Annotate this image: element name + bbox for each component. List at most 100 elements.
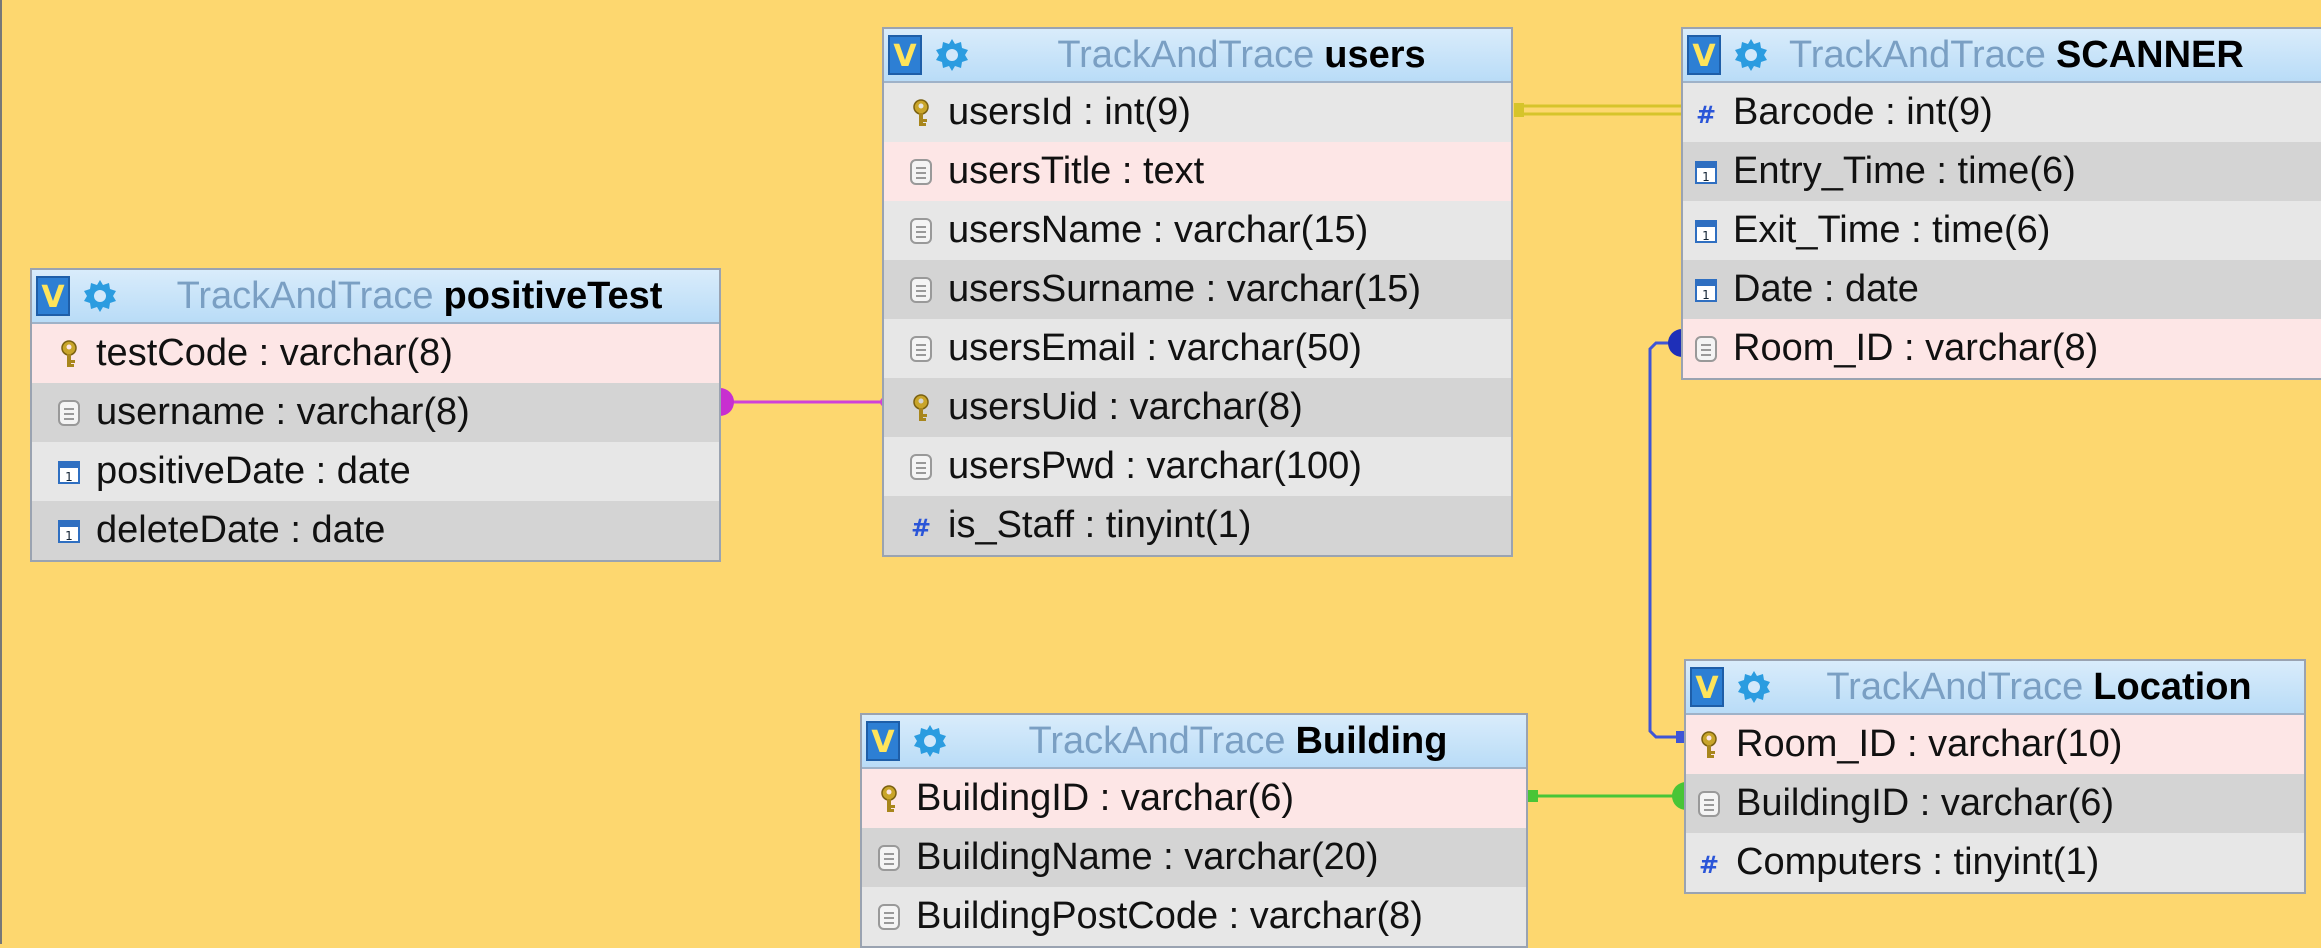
table-name: users <box>1324 33 1426 76</box>
text-column-icon <box>910 158 932 185</box>
column-row[interactable]: BuildingPostCode : varchar(8) <box>862 887 1526 946</box>
column-label: positiveDate : date <box>96 450 411 492</box>
svg-text:1: 1 <box>65 470 73 484</box>
column-row[interactable]: 1 Entry_Time : time(6) <box>1683 142 2321 201</box>
column-row[interactable]: Room_ID : varchar(8) <box>1683 319 2321 378</box>
toggle-columns-button[interactable]: V <box>36 276 70 316</box>
database-name: TrackAndTrace <box>1057 33 1315 76</box>
relation-end-scanner-blue <box>1668 329 1682 357</box>
column-label: usersName : varchar(15) <box>948 209 1369 251</box>
table-title: TrackAndTrace Location <box>1774 666 2304 709</box>
table-header[interactable]: V TrackAndTrace Building <box>862 715 1526 769</box>
column-label: BuildingName : varchar(20) <box>916 836 1379 878</box>
column-row[interactable]: usersSurname : varchar(15) <box>884 260 1511 319</box>
table-name: SCANNER <box>2055 33 2244 76</box>
column-row[interactable]: usersPwd : varchar(100) <box>884 437 1511 496</box>
column-row[interactable]: usersUid : varchar(8) <box>884 378 1511 437</box>
date-column-icon: 1 <box>58 519 80 543</box>
table-building[interactable]: V TrackAndTrace Building BuildingID : var… <box>860 713 1528 948</box>
key-icon <box>61 339 77 367</box>
column-label: Entry_Time : time(6) <box>1733 150 2076 192</box>
table-title: TrackAndTrace Building <box>950 720 1526 763</box>
database-name: TrackAndTrace <box>1789 33 2046 76</box>
database-name: TrackAndTrace <box>176 274 434 317</box>
date-column-icon: 1 <box>1695 219 1717 243</box>
column-row[interactable]: Room_ID : varchar(10) <box>1686 715 2304 774</box>
table-header[interactable]: V TrackAndTrace Location <box>1686 661 2304 715</box>
gear-icon[interactable] <box>80 276 120 316</box>
relation-line-scanner-location <box>1648 341 1682 739</box>
designer-canvas[interactable]: V TrackAndTrace positiveTest testCode : v… <box>0 0 2321 948</box>
table-scanner[interactable]: V TrackAndTrace SCANNER # Barcode : int(9)… <box>1681 27 2321 380</box>
svg-text:1: 1 <box>1702 170 1710 184</box>
column-label: testCode : varchar(8) <box>96 332 453 374</box>
date-column-icon: 1 <box>1695 278 1717 302</box>
table-title: TrackAndTrace SCANNER <box>1771 34 2321 77</box>
column-row[interactable]: usersId : int(9) <box>884 83 1511 142</box>
toggle-columns-button[interactable]: V <box>888 35 922 75</box>
column-row[interactable]: # is_Staff : tinyint(1) <box>884 496 1511 555</box>
column-label: Exit_Time : time(6) <box>1733 209 2051 251</box>
column-row[interactable]: BuildingID : varchar(6) <box>862 769 1526 828</box>
svg-text:1: 1 <box>1702 288 1710 302</box>
key-icon <box>881 784 897 812</box>
column-label: Room_ID : varchar(10) <box>1736 723 2123 765</box>
text-column-icon <box>1698 790 1720 817</box>
database-name: TrackAndTrace <box>1028 719 1286 762</box>
column-row[interactable]: BuildingName : varchar(20) <box>862 828 1526 887</box>
column-label: Room_ID : varchar(8) <box>1733 327 2099 369</box>
text-column-icon <box>878 903 900 930</box>
column-row[interactable]: usersEmail : varchar(50) <box>884 319 1511 378</box>
column-row[interactable]: usersTitle : text <box>884 142 1511 201</box>
column-row[interactable]: username : varchar(8) <box>32 383 719 442</box>
column-label: is_Staff : tinyint(1) <box>948 504 1252 546</box>
relation-start-location-blue <box>1676 731 1684 743</box>
column-label: usersSurname : varchar(15) <box>948 268 1422 310</box>
toggle-columns-button[interactable]: V <box>1690 667 1724 707</box>
text-column-icon <box>58 399 80 426</box>
table-users[interactable]: V TrackAndTrace users usersId : int(9) us… <box>882 27 1513 557</box>
svg-text:1: 1 <box>1702 229 1710 243</box>
column-label: username : varchar(8) <box>96 391 470 433</box>
text-column-icon <box>910 276 932 303</box>
relation-start-users-yellow <box>1514 103 1524 117</box>
column-row[interactable]: usersName : varchar(15) <box>884 201 1511 260</box>
column-row[interactable]: BuildingID : varchar(6) <box>1686 774 2304 833</box>
column-row[interactable]: testCode : varchar(8) <box>32 324 719 383</box>
column-row[interactable]: # Barcode : int(9) <box>1683 83 2321 142</box>
gear-icon[interactable] <box>910 721 950 761</box>
number-column-icon: # <box>911 514 931 541</box>
table-header[interactable]: V TrackAndTrace SCANNER <box>1683 29 2321 83</box>
column-label: Computers : tinyint(1) <box>1736 841 2100 883</box>
toggle-columns-button[interactable]: V <box>1687 35 1721 75</box>
svg-text:1: 1 <box>65 529 73 543</box>
column-label: BuildingID : varchar(6) <box>1736 782 2115 824</box>
text-column-icon <box>910 453 932 480</box>
table-positivetest[interactable]: V TrackAndTrace positiveTest testCode : v… <box>30 268 721 562</box>
column-label: deleteDate : date <box>96 509 386 551</box>
column-row[interactable]: 1 deleteDate : date <box>32 501 719 560</box>
column-label: usersEmail : varchar(50) <box>948 327 1362 369</box>
table-title: TrackAndTrace users <box>972 34 1511 77</box>
gear-icon[interactable] <box>1734 667 1774 707</box>
gear-icon[interactable] <box>932 35 972 75</box>
column-row[interactable]: # Computers : tinyint(1) <box>1686 833 2304 892</box>
text-column-icon <box>910 217 932 244</box>
number-column-icon: # <box>1696 101 1716 128</box>
table-title: TrackAndTrace positiveTest <box>120 275 719 318</box>
table-name: positiveTest <box>443 274 663 317</box>
column-row[interactable]: 1 positiveDate : date <box>32 442 719 501</box>
database-name: TrackAndTrace <box>1826 665 2084 708</box>
column-label: Date : date <box>1733 268 1919 310</box>
key-icon <box>913 393 929 421</box>
gear-icon[interactable] <box>1731 35 1771 75</box>
table-header[interactable]: V TrackAndTrace users <box>884 29 1511 83</box>
column-row[interactable]: 1 Exit_Time : time(6) <box>1683 201 2321 260</box>
column-label: usersUid : varchar(8) <box>948 386 1303 428</box>
table-header[interactable]: V TrackAndTrace positiveTest <box>32 270 719 324</box>
table-location[interactable]: V TrackAndTrace Location Room_ID : varcha… <box>1684 659 2306 894</box>
date-column-icon: 1 <box>58 460 80 484</box>
svg-text:#: # <box>1699 851 1719 878</box>
toggle-columns-button[interactable]: V <box>866 721 900 761</box>
column-row[interactable]: 1 Date : date <box>1683 260 2321 319</box>
